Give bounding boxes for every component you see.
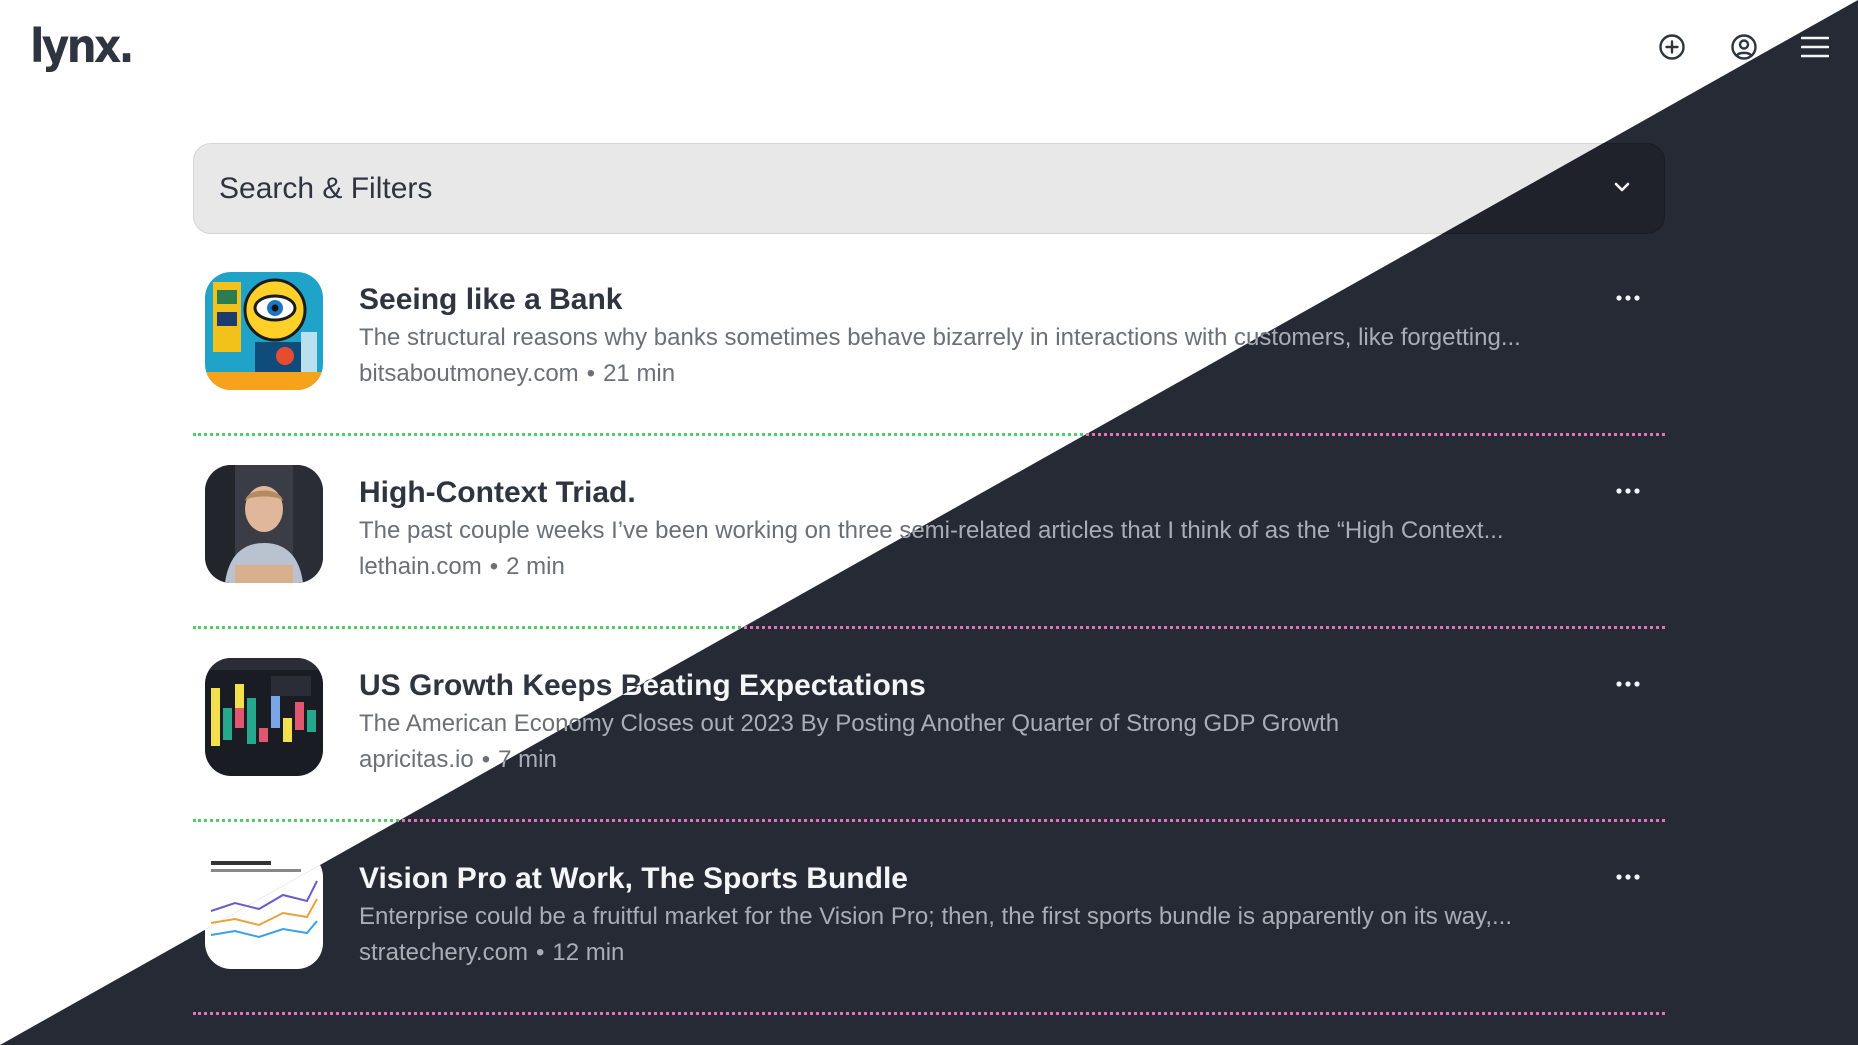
- article-description: Enterprise could be a fruitful market fo…: [359, 903, 1513, 930]
- article-thumbnail-bank: [205, 272, 323, 390]
- more-options-icon: [1616, 488, 1640, 494]
- article-source: apricitas.io: [359, 746, 474, 773]
- menu-button-dark: [1798, 30, 1832, 64]
- search-filters-toggle[interactable]: Search & Filters: [193, 143, 1665, 234]
- add-article-button[interactable]: [1655, 30, 1689, 64]
- add-circle-icon: [1659, 34, 1685, 60]
- article-title: Vision Pro at Work, The Sports Bundle: [359, 862, 908, 895]
- article-read-time: 21 min: [603, 360, 676, 387]
- article-source: stratechery.com: [359, 939, 528, 966]
- meta-separator: •: [586, 360, 596, 387]
- article-title[interactable]: High-Context Triad.: [359, 475, 636, 511]
- article-card-dark: Vision Pro at Work, The Sports Bundle En…: [193, 822, 1665, 1015]
- meta-separator: •: [489, 553, 499, 580]
- hamburger-menu-icon: [1801, 36, 1829, 58]
- article-meta: stratechery.com • 12 min: [359, 938, 624, 968]
- more-options-icon: [1616, 681, 1640, 687]
- article-meta: bitsaboutmoney.com • 21 min: [359, 359, 675, 389]
- meta-separator: •: [535, 939, 545, 966]
- article-thumbnail-gdp-chart: [205, 658, 323, 776]
- article-meta: lethain.com • 2 min: [359, 552, 565, 582]
- more-options-icon: [1616, 874, 1640, 880]
- article-source: bitsaboutmoney.com: [359, 360, 579, 387]
- article-read-time: 2 min: [506, 553, 565, 580]
- article-title[interactable]: Seeing like a Bank: [359, 282, 622, 318]
- meta-separator: •: [481, 746, 491, 773]
- user-circle-icon: [1731, 34, 1757, 60]
- lynx-logo[interactable]: lynx.: [30, 18, 135, 74]
- chevron-down-icon: [1614, 182, 1630, 192]
- article-read-time: 12 min: [552, 939, 625, 966]
- card-divider: [193, 1012, 1665, 1015]
- search-filters-label: Search & Filters: [219, 172, 433, 205]
- article-thumbnail-portrait: [205, 465, 323, 583]
- more-options-icon: [1616, 295, 1640, 301]
- article-source: lethain.com: [359, 553, 482, 580]
